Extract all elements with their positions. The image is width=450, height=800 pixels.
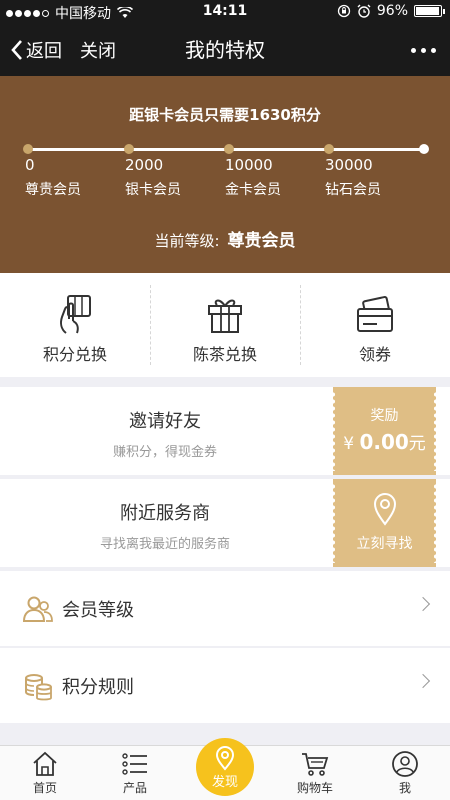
tier-points: 30000	[325, 156, 373, 174]
current-level: 当前等级: 尊贵会员	[0, 226, 450, 251]
cart-icon	[302, 753, 329, 776]
tier-name: 钻石会员	[325, 182, 381, 198]
find-now-button[interactable]: 立刻寻找	[331, 479, 438, 567]
current-level-label: 当前等级:	[154, 232, 220, 250]
bottom-tab-bar: 首页 产品 发现 购物车 我	[0, 738, 450, 800]
points-rules-label: 积分规则	[62, 676, 134, 698]
membership-progress-panel: 距银卡会员只需要1630积分 0 2000 10000 30000 尊贵会员 银…	[0, 76, 450, 273]
tab-discover[interactable]: 发现	[180, 738, 270, 800]
hand-card-icon	[60, 295, 91, 334]
invite-friends-info: 邀请好友 赚积分，得现金券	[0, 387, 330, 475]
tab-me[interactable]: 我	[360, 746, 450, 800]
tab-cart[interactable]: 购物车	[270, 746, 360, 800]
current-level-value: 尊贵会员	[227, 231, 296, 251]
coins-icon	[25, 673, 52, 700]
nearby-providers-subtitle: 寻找离我最近的服务商	[99, 537, 230, 552]
tab-discover-label: 发现	[211, 774, 238, 790]
points-rules-row[interactable]: 积分规则	[0, 648, 450, 723]
tier-name: 银卡会员	[125, 182, 181, 198]
tea-exchange-label: 陈茶兑换	[192, 345, 257, 364]
claim-coupon-button[interactable]: 领券	[300, 273, 450, 377]
tier-points: 2000	[125, 156, 164, 174]
points-exchange-button[interactable]: 积分兑换	[0, 273, 150, 377]
orientation-lock-icon	[337, 4, 351, 18]
more-dots-icon	[411, 47, 416, 53]
tab-home[interactable]: 首页	[0, 746, 90, 800]
invite-friends-subtitle: 赚积分，得现金券	[112, 445, 217, 460]
location-pin-icon	[373, 493, 396, 526]
chevron-right-icon	[415, 596, 431, 612]
tier-points: 0	[25, 156, 35, 174]
discover-button: 发现	[196, 738, 254, 796]
status-bar: 中国移动 14:11 96%	[0, 0, 450, 24]
reward-ticket: 奖励 ¥ 0.00元	[331, 387, 438, 475]
invite-friends-title: 邀请好友	[129, 411, 201, 432]
tier-node	[124, 144, 134, 154]
tab-products[interactable]: 产品	[90, 746, 180, 800]
tier-name: 金卡会员	[225, 182, 281, 198]
alarm-icon	[357, 4, 371, 18]
tier-points: 10000	[225, 156, 273, 174]
member-level-row[interactable]: 会员等级	[0, 571, 450, 646]
nearby-providers-card[interactable]: 附近服务商 寻找离我最近的服务商 立刻寻找	[0, 479, 450, 567]
tab-me-label: 我	[398, 781, 411, 795]
track-end-node	[419, 144, 429, 154]
location-pin-icon	[215, 745, 235, 771]
tab-products-label: 产品	[122, 781, 147, 795]
member-level-label: 会员等级	[62, 599, 134, 621]
nearby-providers-title: 附近服务商	[120, 503, 210, 524]
tier-node	[23, 144, 33, 154]
points-needed-headline: 距银卡会员只需要1630积分	[129, 106, 321, 124]
nearby-providers-info: 附近服务商 寻找离我最近的服务商	[0, 479, 330, 567]
battery-percent: 96%	[376, 3, 408, 19]
tier-node	[324, 144, 334, 154]
points-exchange-label: 积分兑换	[42, 345, 107, 364]
user-icon	[392, 751, 418, 777]
claim-coupon-label: 领券	[358, 345, 391, 364]
reward-amount: ¥ 0.00元	[333, 429, 436, 454]
card-icon	[357, 296, 393, 332]
gift-icon	[208, 299, 242, 333]
tea-exchange-button[interactable]: 陈茶兑换	[150, 273, 300, 377]
reward-value: 0.00	[359, 430, 409, 454]
more-options-button[interactable]	[411, 24, 436, 76]
reward-unit: 元	[408, 434, 426, 454]
chevron-right-icon	[415, 673, 431, 689]
page-title: 我的特权	[185, 38, 265, 62]
home-icon	[33, 751, 57, 776]
navigation-bar: 返回 关闭 我的特权	[0, 24, 450, 76]
list-icon	[122, 753, 147, 775]
quick-actions: 积分兑换 陈茶兑换 领券	[0, 273, 450, 377]
reward-currency: ¥	[343, 434, 355, 454]
members-icon	[22, 596, 53, 622]
find-now-label: 立刻寻找	[356, 536, 413, 552]
tier-node	[224, 144, 234, 154]
battery-icon	[414, 5, 445, 17]
status-right: 96%	[337, 3, 445, 19]
tab-cart-label: 购物车	[296, 781, 333, 795]
invite-friends-card[interactable]: 邀请好友 赚积分，得现金券 奖励 ¥ 0.00元	[0, 387, 450, 475]
tier-name: 尊贵会员	[25, 182, 81, 198]
tab-home-label: 首页	[32, 781, 57, 795]
reward-label: 奖励	[370, 408, 399, 424]
